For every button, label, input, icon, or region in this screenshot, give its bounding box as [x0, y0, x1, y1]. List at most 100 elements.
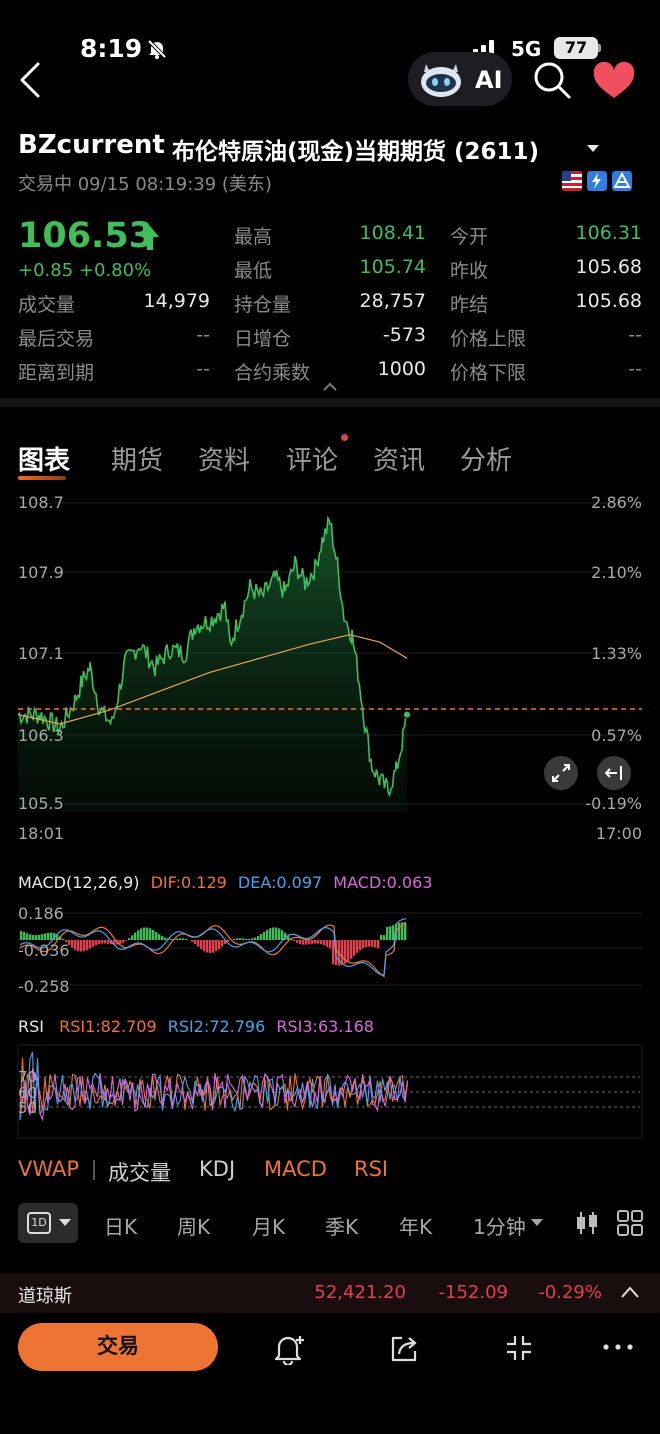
- arrow-to-left-bar-icon: [604, 766, 622, 780]
- futures-badge-icon: [612, 171, 632, 191]
- search-icon[interactable]: [532, 60, 572, 100]
- rsi-title: RSI: [18, 1017, 44, 1036]
- period-daily[interactable]: 日K: [104, 1211, 137, 1240]
- x-axis-start: 18:01: [18, 824, 65, 843]
- macd-bar: [86, 940, 89, 950]
- period-quarterly[interactable]: 季K: [325, 1211, 358, 1240]
- change-percent: +0.80%: [78, 260, 152, 281]
- macd-bar: [311, 940, 314, 944]
- macd-bar: [341, 940, 344, 966]
- macd-bar: [200, 940, 203, 950]
- macd-bar: [128, 938, 131, 940]
- bell-off-icon: [147, 39, 167, 59]
- index-ticker-bar[interactable]: 道琼斯 52,421.20 -152.09 -0.29%: [0, 1273, 660, 1313]
- jump-to-start-button[interactable]: [597, 756, 631, 790]
- contract-name[interactable]: 布伦特原油(现金)当期期货 (2611): [172, 132, 539, 166]
- dropdown-triangle-icon[interactable]: [586, 144, 600, 154]
- period-1d-selector[interactable]: 1D: [18, 1203, 78, 1243]
- tab-futures[interactable]: 期货: [111, 440, 163, 477]
- macd-legend: MACD(12,26,9) DIF:0.129 DEA:0.097 MACD:0…: [18, 873, 432, 892]
- macd-bar: [71, 940, 74, 948]
- stat-value: --: [628, 358, 642, 380]
- macd-bar: [260, 934, 263, 940]
- stat-label: 最后交易: [18, 328, 95, 350]
- rsi3-value: RSI3:63.168: [276, 1017, 374, 1036]
- macd-bar: [29, 934, 32, 940]
- high-label: 最高: [234, 226, 273, 248]
- stat-value: 105.68: [575, 290, 642, 312]
- macd-bar: [296, 940, 299, 943]
- grid-layout-icon[interactable]: [616, 1209, 644, 1237]
- indicator-macd[interactable]: MACD: [264, 1157, 327, 1181]
- macd-bar: [23, 932, 26, 940]
- pct-axis-label: 0.57%: [591, 726, 642, 745]
- share-icon[interactable]: [388, 1333, 420, 1365]
- indicator-kdj[interactable]: KDJ: [199, 1157, 235, 1181]
- market-badges: [562, 171, 632, 191]
- stat-label: 合约乘数: [234, 362, 311, 384]
- fullscreen-button[interactable]: [544, 756, 578, 790]
- collapse-chevron-icon[interactable]: [322, 382, 338, 392]
- trade-button[interactable]: 交易: [18, 1323, 218, 1371]
- candlestick-icon[interactable]: [574, 1210, 600, 1236]
- tab-chart[interactable]: 图表: [18, 440, 70, 477]
- macd-bar: [140, 928, 143, 940]
- rsi-y-label: 50: [18, 1099, 38, 1117]
- macd-bar: [95, 940, 98, 946]
- status-time: 8:19: [80, 34, 143, 63]
- compress-icon[interactable]: [504, 1333, 534, 1363]
- macd-bar: [239, 938, 242, 940]
- stat-label: 昨结: [450, 294, 489, 316]
- period-1min[interactable]: 1分钟: [473, 1211, 526, 1240]
- macd-bar: [143, 927, 146, 940]
- price-alert-bell-icon[interactable]: [272, 1333, 306, 1365]
- macd-bar: [50, 932, 53, 940]
- ai-label[interactable]: AI: [475, 66, 503, 94]
- macd-bar: [251, 938, 254, 940]
- level2-badge-icon: [587, 171, 607, 191]
- macd-bar: [305, 940, 308, 945]
- tab-comments[interactable]: 评论: [286, 440, 338, 477]
- stat-label: 持仓量: [234, 294, 292, 316]
- macd-bar: [269, 928, 272, 940]
- macd-bar: [323, 940, 326, 946]
- tab-analysis[interactable]: 分析: [460, 440, 512, 477]
- period-monthly[interactable]: 月K: [252, 1211, 285, 1240]
- macd-bar: [275, 927, 278, 940]
- favorite-heart-icon[interactable]: [592, 62, 636, 100]
- index-name: 道琼斯: [18, 1286, 72, 1307]
- back-icon[interactable]: [18, 62, 44, 98]
- price-chart[interactable]: [0, 490, 660, 1140]
- tab-profile[interactable]: 资料: [198, 440, 250, 477]
- macd-bar: [194, 940, 197, 945]
- macd-y-label: -0.036: [18, 941, 70, 960]
- rsi1-value: RSI1:82.709: [59, 1017, 157, 1036]
- indicator-vwap[interactable]: VWAP: [18, 1157, 79, 1181]
- indicator-volume[interactable]: 成交量: [108, 1157, 171, 1187]
- ai-robot-icon[interactable]: [418, 58, 464, 100]
- macd-bar: [98, 940, 101, 945]
- macd-bar: [377, 940, 380, 949]
- macd-bar: [80, 940, 83, 952]
- stat-value: --: [196, 324, 210, 346]
- tab-news[interactable]: 资讯: [373, 440, 425, 477]
- stat-value: 28,757: [359, 290, 426, 312]
- macd-bar: [257, 935, 260, 940]
- prev-close-value: 105.68: [575, 256, 642, 278]
- macd-bar: [44, 933, 47, 940]
- y-axis-label: 106.3: [18, 726, 64, 745]
- macd-bar: [218, 940, 221, 950]
- chevron-up-icon[interactable]: [620, 1285, 640, 1299]
- macd-bar: [236, 938, 239, 940]
- price-change: +0.85 +0.80%: [18, 260, 151, 281]
- period-yearly[interactable]: 年K: [399, 1211, 432, 1240]
- macd-bar: [356, 940, 359, 953]
- stat-label: 价格上限: [450, 328, 527, 350]
- macd-bar: [203, 940, 206, 952]
- indicator-rsi[interactable]: RSI: [354, 1157, 388, 1181]
- macd-bar: [101, 940, 104, 944]
- period-weekly[interactable]: 周K: [177, 1211, 210, 1240]
- dropdown-triangle-icon[interactable]: [531, 1219, 543, 1227]
- more-icon[interactable]: [602, 1343, 634, 1351]
- up-arrow-icon: [141, 226, 159, 250]
